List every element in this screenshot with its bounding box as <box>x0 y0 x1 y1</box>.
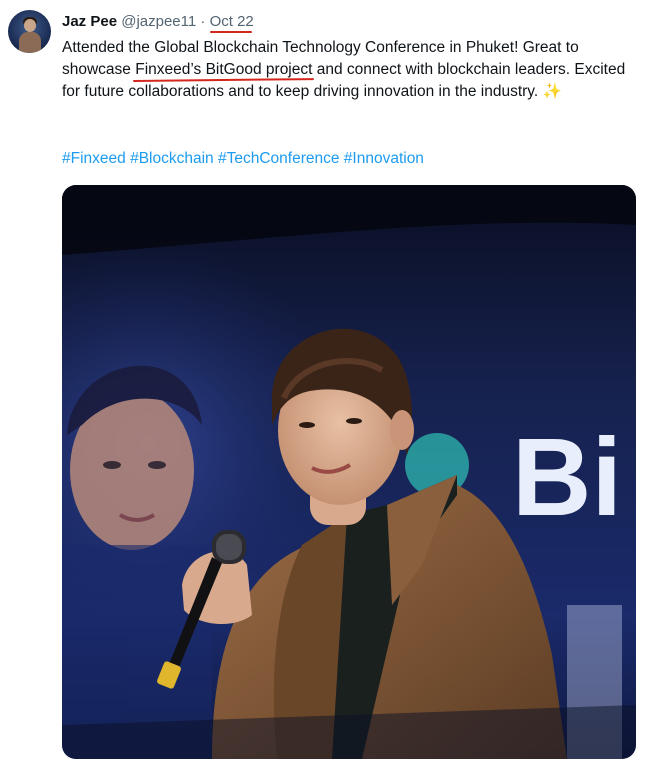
hashtag-finxeed[interactable]: #Finxeed <box>62 150 126 167</box>
post-text-highlight: Finxeed’s BitGood project <box>135 61 313 78</box>
speaker-photo-illustration: Bi <box>62 185 636 759</box>
sparkles-emoji: ✨ <box>542 83 562 100</box>
author-name[interactable]: Jaz Pee <box>62 13 117 30</box>
post-text: Attended the Global Blockchain Technolog… <box>62 37 642 103</box>
hashtag-list: #Finxeed #Blockchain #TechConference #In… <box>62 148 424 170</box>
author-avatar[interactable] <box>8 10 51 53</box>
hashtag-techconference[interactable]: #TechConference <box>218 150 340 167</box>
header-separator: · <box>200 13 206 30</box>
post-date[interactable]: Oct 22 <box>210 13 254 30</box>
post-header: Jaz Pee @jazpee11 · Oct 22 <box>62 12 254 32</box>
screen-text: Bi <box>512 416 622 539</box>
hashtag-blockchain[interactable]: #Blockchain <box>130 150 214 167</box>
author-handle[interactable]: @jazpee11 <box>121 13 196 30</box>
avatar-head <box>24 19 36 32</box>
post-photo[interactable]: Bi <box>62 185 636 759</box>
hashtag-innovation[interactable]: #Innovation <box>344 150 424 167</box>
avatar-torso <box>19 32 41 53</box>
